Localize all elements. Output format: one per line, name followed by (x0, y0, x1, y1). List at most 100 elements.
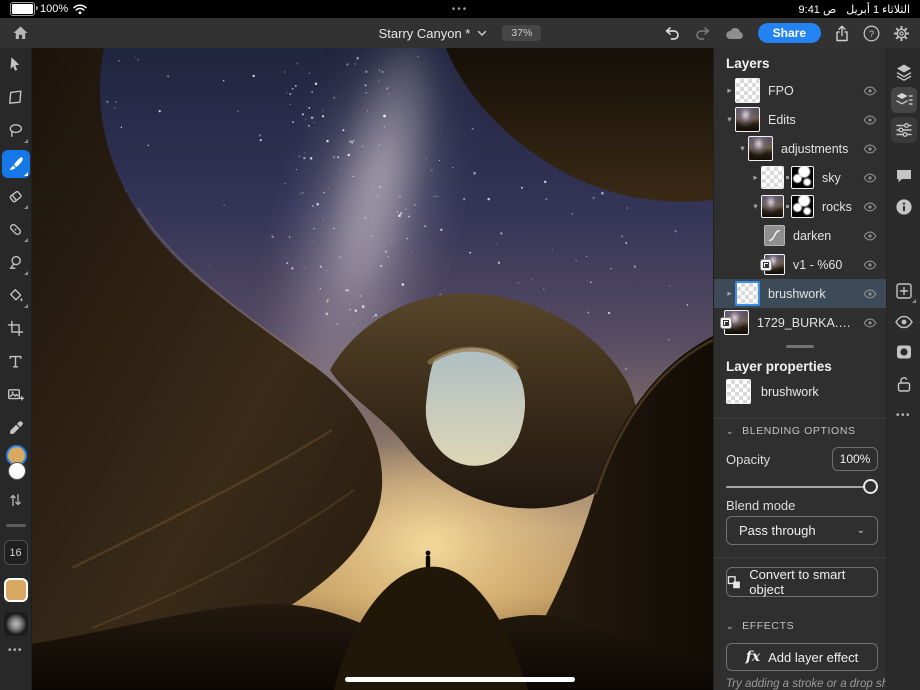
info-rail-button[interactable] (891, 194, 917, 220)
effects-header[interactable]: ⌄ EFFECTS (726, 620, 794, 632)
layer-visibility-toggle[interactable] (863, 143, 877, 154)
export-button[interactable] (834, 25, 850, 42)
home-indicator[interactable] (345, 677, 575, 682)
eye-icon (863, 202, 877, 211)
type-icon (9, 355, 22, 368)
brush-icon (9, 157, 23, 170)
layer-list: ▸ FPO ▾ Edits ▾ adjustments ▸ sky ▾ rocks darken v1… (714, 76, 886, 337)
document-title[interactable]: Starry Canyon * (379, 26, 471, 41)
person-silhouette (425, 550, 431, 568)
comments-rail-button[interactable] (891, 163, 917, 189)
slider-thumb[interactable] (863, 479, 878, 494)
opacity-slider[interactable] (726, 479, 878, 495)
blend-mode-dropdown[interactable]: Pass through ⌄ (726, 516, 878, 545)
lock-rail-button[interactable] (891, 371, 917, 397)
layer-visibility-toggle[interactable] (863, 172, 877, 183)
layer-name: brushwork (768, 286, 826, 301)
brush-tool[interactable] (1, 149, 30, 178)
clone-stamp-tool[interactable] (2, 249, 30, 277)
rail-more-button[interactable]: ••• (887, 410, 920, 421)
canvas-area[interactable] (32, 48, 713, 690)
crop-tool[interactable] (2, 315, 30, 343)
layers-panel-title: Layers (726, 56, 770, 71)
add-layer-effect-button[interactable]: fx Add layer effect (726, 643, 878, 671)
layers-panel: Layers ▸ FPO ▾ Edits ▾ adjustments ▸ sky ▾ rocks d… (713, 48, 886, 690)
layer-row[interactable]: v1 - %60 (714, 250, 886, 279)
layer-thumbnail (735, 281, 760, 306)
brush-tip-preview[interactable] (3, 612, 28, 636)
expander-expanded[interactable]: ▾ (737, 143, 748, 154)
tool-more-button[interactable]: ••• (8, 645, 23, 656)
opacity-value-field[interactable]: 100% (832, 447, 878, 471)
expander-collapsed[interactable]: ▸ (750, 172, 761, 183)
layer-visibility-toggle[interactable] (863, 317, 877, 328)
status-more[interactable]: ••• (0, 0, 920, 18)
adjustments-rail-button[interactable] (890, 117, 917, 143)
layer-row[interactable]: ▾ rocks (714, 192, 886, 221)
divider (714, 557, 886, 558)
move-tool[interactable] (2, 51, 30, 79)
help-button[interactable]: ? (863, 25, 880, 42)
zoom-level-badge[interactable]: 37% (502, 25, 542, 41)
settings-button[interactable] (893, 25, 910, 42)
comments-icon (896, 170, 911, 183)
layer-visibility-toggle[interactable] (863, 230, 877, 241)
lasso-tool[interactable] (2, 117, 30, 145)
layer-visibility-rail-button[interactable] (891, 309, 917, 335)
layer-visibility-toggle[interactable] (863, 114, 877, 125)
layer-properties-title: Layer properties (726, 359, 832, 374)
eraser-tool[interactable] (2, 183, 30, 211)
properties-layer-row: brushwork (726, 379, 819, 404)
canvas-image[interactable] (32, 48, 713, 690)
share-button[interactable]: Share (757, 23, 821, 43)
add-layer-rail-button[interactable] (891, 278, 917, 304)
place-photo-tool[interactable] (2, 381, 30, 409)
blending-options-header[interactable]: ⌄ BLENDING OPTIONS (726, 425, 856, 437)
layer-visibility-toggle[interactable] (863, 259, 877, 270)
layer-thumbnail (748, 136, 773, 161)
expander-expanded[interactable]: ▾ (750, 201, 761, 212)
cloud-icon (725, 27, 743, 39)
undo-button[interactable] (663, 25, 681, 41)
layer-visibility-toggle[interactable] (863, 288, 877, 299)
layer-name: v1 - %60 (793, 257, 843, 272)
layer-mask-rail-button[interactable] (891, 339, 917, 365)
layer-row[interactable]: darken (714, 221, 886, 250)
expander-expanded[interactable]: ▾ (724, 114, 735, 125)
background-color-swatch[interactable] (7, 462, 26, 480)
healing-tool[interactable] (2, 216, 30, 244)
redo-button[interactable] (694, 25, 712, 41)
layer-visibility-toggle[interactable] (863, 201, 877, 212)
layers-rail-button[interactable] (891, 59, 917, 85)
move-icon (10, 57, 20, 71)
properties-layer-thumbnail (726, 379, 751, 404)
brush-size-badge[interactable]: 16 (3, 540, 28, 565)
info-icon (895, 199, 912, 215)
eye-icon (863, 231, 877, 240)
transform-tool[interactable] (2, 84, 30, 112)
layer-row[interactable]: ▸ brushwork (714, 279, 886, 308)
convert-to-smart-object-button[interactable]: Convert to smart object (726, 567, 878, 597)
layer-row[interactable]: 1729_BURKA...anced-NR33 (714, 308, 886, 337)
swap-colors-button[interactable] (9, 493, 22, 512)
type-tool[interactable] (2, 348, 30, 376)
layer-row[interactable]: ▸ FPO (714, 76, 886, 105)
adjustments-icon (895, 123, 912, 137)
layer-visibility-toggle[interactable] (863, 85, 877, 96)
photoshop-ipad-app: 100% ••• 9:41 ص الثلاثاء 1 أبريل Starry … (0, 0, 920, 690)
eyedropper-tool[interactable] (2, 414, 30, 442)
layer-row[interactable]: ▾ Edits (714, 105, 886, 134)
layer-properties-rail-button[interactable] (890, 87, 917, 113)
layer-row[interactable]: ▸ sky (714, 163, 886, 192)
expander-collapsed[interactable]: ▸ (724, 288, 735, 299)
opacity-label: Opacity (726, 452, 771, 467)
brush-color-chip[interactable] (3, 578, 28, 602)
layer-row[interactable]: ▾ adjustments (714, 134, 886, 163)
fill-tool[interactable] (2, 282, 30, 310)
layer-thumbnail (735, 107, 760, 132)
expander-collapsed[interactable]: ▸ (724, 85, 735, 96)
gear-icon (894, 25, 909, 41)
svg-text:?: ? (869, 29, 874, 40)
cloud-sync-button[interactable] (725, 26, 745, 40)
panel-drag-handle[interactable] (786, 345, 814, 348)
